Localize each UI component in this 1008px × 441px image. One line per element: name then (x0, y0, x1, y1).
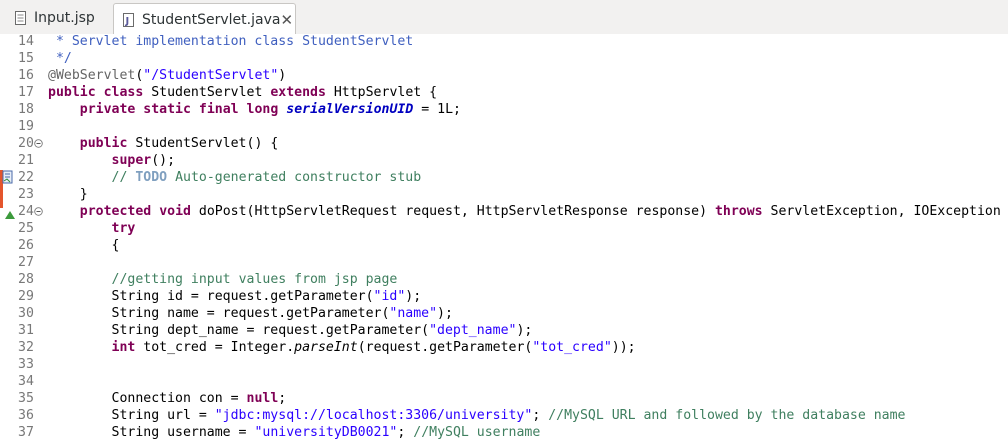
line-number: 35 (18, 391, 34, 406)
tab-label: Input.jsp (34, 10, 95, 26)
fold-minus-icon[interactable] (34, 207, 43, 216)
code-line[interactable]: 35 Connection con = null; (0, 390, 1008, 407)
code-text: int tot_cred = Integer.parseInt(request.… (111, 340, 636, 355)
code-line[interactable]: 26 { (0, 237, 1008, 254)
code-text: { (48, 238, 120, 253)
line-number: 30 (18, 306, 34, 321)
line-number: 31 (18, 323, 34, 338)
line-number: 28 (18, 272, 34, 287)
code-text: // TODO Auto-generated constructor stub (111, 170, 422, 185)
code-text: super(); (111, 153, 176, 168)
tab-studentservlet-java[interactable]: J StudentServlet.java ✕ (113, 3, 296, 35)
code-line[interactable]: 20 public StudentServlet() { (0, 135, 1008, 152)
code-line[interactable]: 24 protected void doPost(HttpServletRequ… (0, 203, 1008, 220)
code-line[interactable]: 29 String id = request.getParameter("id"… (0, 288, 1008, 305)
line-number: 22 (18, 170, 34, 185)
line-number: 27 (18, 255, 34, 270)
code-line[interactable]: 22 // TODO Auto-generated constructor st… (0, 169, 1008, 186)
code-text: public StudentServlet() { (79, 136, 279, 151)
code-line[interactable]: 15 */ (0, 50, 1008, 67)
code-line[interactable]: 23 } (0, 186, 1008, 203)
line-number: 33 (18, 357, 34, 372)
code-text: String username = "universityDB0021"; //… (48, 425, 541, 440)
svg-text:J: J (125, 16, 130, 27)
code-text: */ (48, 51, 72, 66)
code-text: @WebServlet("/StudentServlet") (48, 68, 287, 83)
code-line[interactable]: 27 (0, 254, 1008, 271)
line-number: 32 (18, 340, 34, 355)
code-line[interactable]: 31 String dept_name = request.getParamet… (0, 322, 1008, 339)
editor-tab-bar: Input.jsp J StudentServlet.java ✕ (0, 0, 1008, 35)
line-number: 16 (18, 68, 34, 83)
code-text: String id = request.getParameter("id"); (48, 289, 422, 304)
code-text: //getting input values from jsp page (111, 272, 398, 287)
line-number: 29 (18, 289, 34, 304)
code-line[interactable]: 21 super(); (0, 152, 1008, 169)
code-line[interactable]: 30 String name = request.getParameter("n… (0, 305, 1008, 322)
line-number: 15 (18, 51, 34, 66)
line-number: 23 (18, 187, 34, 202)
code-line[interactable]: 28 //getting input values from jsp page (0, 271, 1008, 288)
tab-input-jsp[interactable]: Input.jsp (0, 3, 112, 33)
code-text: try (111, 221, 136, 236)
code-text: * Servlet implementation class StudentSe… (48, 34, 414, 49)
code-line[interactable]: 17 public class StudentServlet extends Ht… (0, 84, 1008, 101)
line-number: 14 (18, 34, 34, 49)
code-line[interactable]: 33 (0, 356, 1008, 373)
code-text: String url = "jdbc:mysql://localhost:330… (48, 408, 906, 423)
line-number: 37 (18, 425, 34, 440)
line-number: 25 (18, 221, 34, 236)
code-line[interactable]: 36 String url = "jdbc:mysql://localhost:… (0, 407, 1008, 424)
code-line[interactable]: 34 (0, 373, 1008, 390)
line-number: 21 (18, 153, 34, 168)
line-number: 18 (18, 102, 34, 117)
java-file-icon: J (122, 12, 136, 28)
line-number: 26 (18, 238, 34, 253)
line-number: 34 (18, 374, 34, 389)
line-number: 19 (18, 119, 34, 134)
code-text: } (48, 187, 88, 202)
code-line[interactable]: 18 private static final long serialVersi… (0, 101, 1008, 118)
code-text: public class StudentServlet extends Http… (48, 85, 438, 100)
code-text: private static final long serialVersionU… (79, 102, 461, 117)
line-number: 36 (18, 408, 34, 423)
jsp-file-icon (14, 10, 28, 26)
fold-minus-icon[interactable] (34, 139, 43, 148)
code-text: String dept_name = request.getParameter(… (48, 323, 533, 338)
code-text: Connection con = null; (48, 391, 287, 406)
code-line[interactable]: 32 int tot_cred = Integer.parseInt(reque… (0, 339, 1008, 356)
close-icon[interactable]: ✕ (280, 11, 293, 29)
code-line[interactable]: 14 * Servlet implementation class Studen… (0, 34, 1008, 50)
code-editor[interactable]: 14 * Servlet implementation class Studen… (0, 34, 1008, 441)
code-text: protected void doPost(HttpServletRequest… (79, 204, 1001, 219)
tab-label: StudentServlet.java (142, 11, 281, 28)
code-line[interactable]: 16 @WebServlet("/StudentServlet") (0, 67, 1008, 84)
code-text: String name = request.getParameter("name… (48, 306, 453, 321)
code-line[interactable]: 25 try (0, 220, 1008, 237)
line-number: 17 (18, 85, 34, 100)
code-line[interactable]: 37 String username = "universityDB0021";… (0, 424, 1008, 441)
code-line[interactable]: 19 (0, 118, 1008, 135)
